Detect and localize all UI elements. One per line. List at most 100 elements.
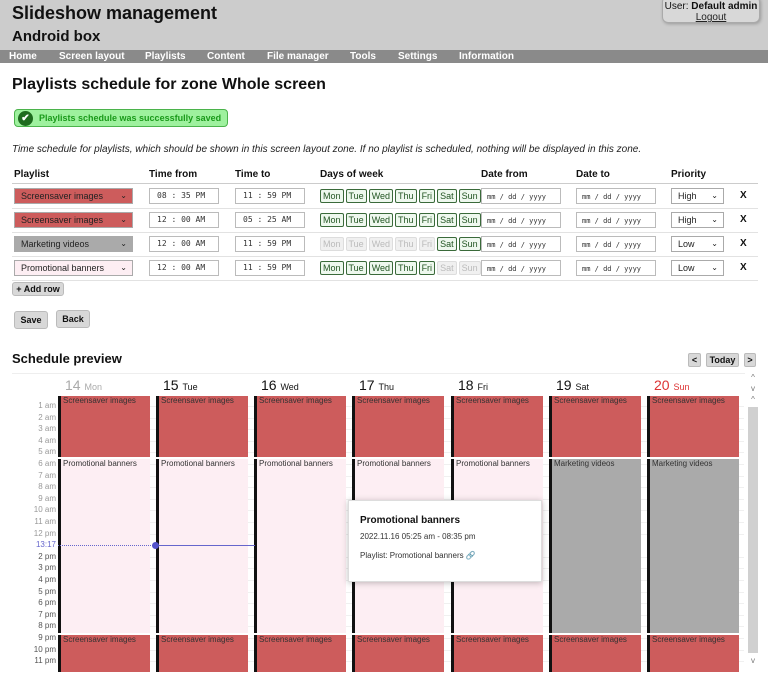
day-toggle-wed[interactable]: Wed <box>368 237 394 251</box>
time-from-input[interactable]: 12 : 00 AM <box>149 236 219 252</box>
calendar-event[interactable]: Screensaver images <box>156 634 248 673</box>
day-toggle-sat[interactable]: Sat <box>437 189 457 203</box>
scrollbar-track[interactable] <box>748 407 758 653</box>
nav-playlists[interactable]: Playlists <box>145 50 186 63</box>
date-to-input[interactable]: mm / dd / yyyy <box>576 260 656 276</box>
delete-row-button[interactable]: X <box>740 190 747 201</box>
calendar-event[interactable]: Screensaver images <box>58 634 150 673</box>
calendar-event[interactable]: Screensaver images <box>451 396 543 457</box>
calendar-scrollbar[interactable]: ^ v ^ v <box>747 373 759 668</box>
date-from-input[interactable]: mm / dd / yyyy <box>481 212 561 228</box>
playlist-select[interactable]: Marketing videos ⌄ <box>14 236 133 252</box>
time-from-input[interactable]: 08 : 35 PM <box>149 188 219 204</box>
time-to-input[interactable]: 11 : 59 PM <box>235 188 305 204</box>
delete-row-button[interactable]: X <box>740 262 747 273</box>
day-toggle-sat[interactable]: Sat <box>437 237 457 251</box>
date-to-input[interactable]: mm / dd / yyyy <box>576 188 656 204</box>
nav-home[interactable]: Home <box>9 50 37 63</box>
popup-playlist-link[interactable]: Playlist: Promotional banners 🔗 <box>360 551 476 560</box>
date-from-input[interactable]: mm / dd / yyyy <box>481 260 561 276</box>
day-toggle-tue[interactable]: Tue <box>345 261 367 275</box>
back-button[interactable]: Back <box>56 310 90 328</box>
calendar-event[interactable]: Screensaver images <box>647 634 739 673</box>
time-from-input[interactable]: 12 : 00 AM <box>149 212 219 228</box>
nav-screen-layout[interactable]: Screen layout <box>59 50 125 63</box>
day-toggle-thu[interactable]: Thu <box>395 213 417 227</box>
day-toggle-wed[interactable]: Wed <box>368 213 394 227</box>
logout-link[interactable]: Logout <box>663 12 759 23</box>
day-toggle-wed[interactable]: Wed <box>368 261 394 275</box>
nav-file-manager[interactable]: File manager <box>267 50 329 63</box>
priority-select[interactable]: High ⌄ <box>671 212 724 228</box>
calendar-event[interactable]: Screensaver images <box>451 634 543 673</box>
day-toggle-fri[interactable]: Fri <box>418 213 436 227</box>
day-toggle-mon[interactable]: Mon <box>320 237 344 251</box>
add-row-button[interactable]: + Add row <box>12 282 64 296</box>
day-toggle-sun[interactable]: Sun <box>458 213 481 227</box>
time-to-input[interactable]: 11 : 59 PM <box>235 236 305 252</box>
delete-row-button[interactable]: X <box>740 238 747 249</box>
nav-information[interactable]: Information <box>459 50 514 63</box>
save-button[interactable]: Save <box>14 311 48 329</box>
playlist-select[interactable]: Promotional banners ⌄ <box>14 260 133 276</box>
date-to-input[interactable]: mm / dd / yyyy <box>576 212 656 228</box>
calendar-event[interactable]: Screensaver images <box>58 396 150 457</box>
day-toggle-sun[interactable]: Sun <box>458 237 481 251</box>
calendar-event[interactable]: Screensaver images <box>254 396 346 457</box>
date-from-input[interactable]: mm / dd / yyyy <box>481 188 561 204</box>
date-to-input[interactable]: mm / dd / yyyy <box>576 236 656 252</box>
nav-content[interactable]: Content <box>207 50 245 63</box>
prev-week-button[interactable]: < <box>688 353 701 367</box>
nav-settings[interactable]: Settings <box>398 50 437 63</box>
delete-row-button[interactable]: X <box>740 214 747 225</box>
time-to-input[interactable]: 11 : 59 PM <box>235 260 305 276</box>
priority-select[interactable]: Low ⌄ <box>671 260 724 276</box>
calendar-event[interactable]: Screensaver images <box>156 396 248 457</box>
calendar-event[interactable]: Promotional banners <box>254 458 346 633</box>
day-toggle-thu[interactable]: Thu <box>395 261 417 275</box>
calendar-event[interactable]: Screensaver images <box>647 396 739 457</box>
date-from-input[interactable]: mm / dd / yyyy <box>481 236 561 252</box>
day-toggle-sat[interactable]: Sat <box>437 213 457 227</box>
priority-select[interactable]: Low ⌄ <box>671 236 724 252</box>
time-to-input[interactable]: 05 : 25 AM <box>235 212 305 228</box>
day-toggle-fri[interactable]: Fri <box>418 261 436 275</box>
day-toggle-sat[interactable]: Sat <box>437 261 457 275</box>
calendar-event[interactable]: Screensaver images <box>254 634 346 673</box>
playlist-select[interactable]: Screensaver images ⌄ <box>14 188 133 204</box>
nav-tools[interactable]: Tools <box>350 50 376 63</box>
priority-select[interactable]: High ⌄ <box>671 188 724 204</box>
scroll-up-icon[interactable]: ^ <box>747 395 759 404</box>
calendar-event[interactable]: Screensaver images <box>352 396 444 457</box>
playlist-select[interactable]: Screensaver images ⌄ <box>14 212 133 228</box>
today-button[interactable]: Today <box>706 353 739 367</box>
calendar-event[interactable]: Screensaver images <box>549 634 641 673</box>
calendar-event[interactable]: Marketing videos <box>647 458 739 633</box>
row-divider <box>12 280 758 281</box>
day-toggle-thu[interactable]: Thu <box>395 237 417 251</box>
day-toggle-sun[interactable]: Sun <box>458 261 481 275</box>
hour-label: 8 pm <box>38 621 56 631</box>
scroll-down-icon[interactable]: v <box>747 384 759 393</box>
day-toggle-sun[interactable]: Sun <box>458 189 481 203</box>
time-from-input[interactable]: 12 : 00 AM <box>149 260 219 276</box>
day-toggle-tue[interactable]: Tue <box>345 237 367 251</box>
current-time-line <box>58 545 155 546</box>
day-toggle-tue[interactable]: Tue <box>345 213 367 227</box>
day-toggle-mon[interactable]: Mon <box>320 261 344 275</box>
day-toggle-wed[interactable]: Wed <box>368 189 394 203</box>
calendar-event[interactable]: Screensaver images <box>352 634 444 673</box>
calendar-event[interactable]: Screensaver images <box>549 396 641 457</box>
scroll-up-icon[interactable]: ^ <box>747 373 759 382</box>
day-toggle-fri[interactable]: Fri <box>418 189 436 203</box>
hour-label: 7 pm <box>38 609 56 619</box>
next-week-button[interactable]: > <box>744 353 756 367</box>
day-toggle-fri[interactable]: Fri <box>418 237 436 251</box>
day-toggle-tue[interactable]: Tue <box>345 189 367 203</box>
chevron-down-icon: ⌄ <box>120 215 127 224</box>
day-toggle-mon[interactable]: Mon <box>320 213 344 227</box>
calendar-event[interactable]: Marketing videos <box>549 458 641 633</box>
day-toggle-mon[interactable]: Mon <box>320 189 344 203</box>
scroll-down-icon[interactable]: v <box>747 656 759 665</box>
day-toggle-thu[interactable]: Thu <box>395 189 417 203</box>
